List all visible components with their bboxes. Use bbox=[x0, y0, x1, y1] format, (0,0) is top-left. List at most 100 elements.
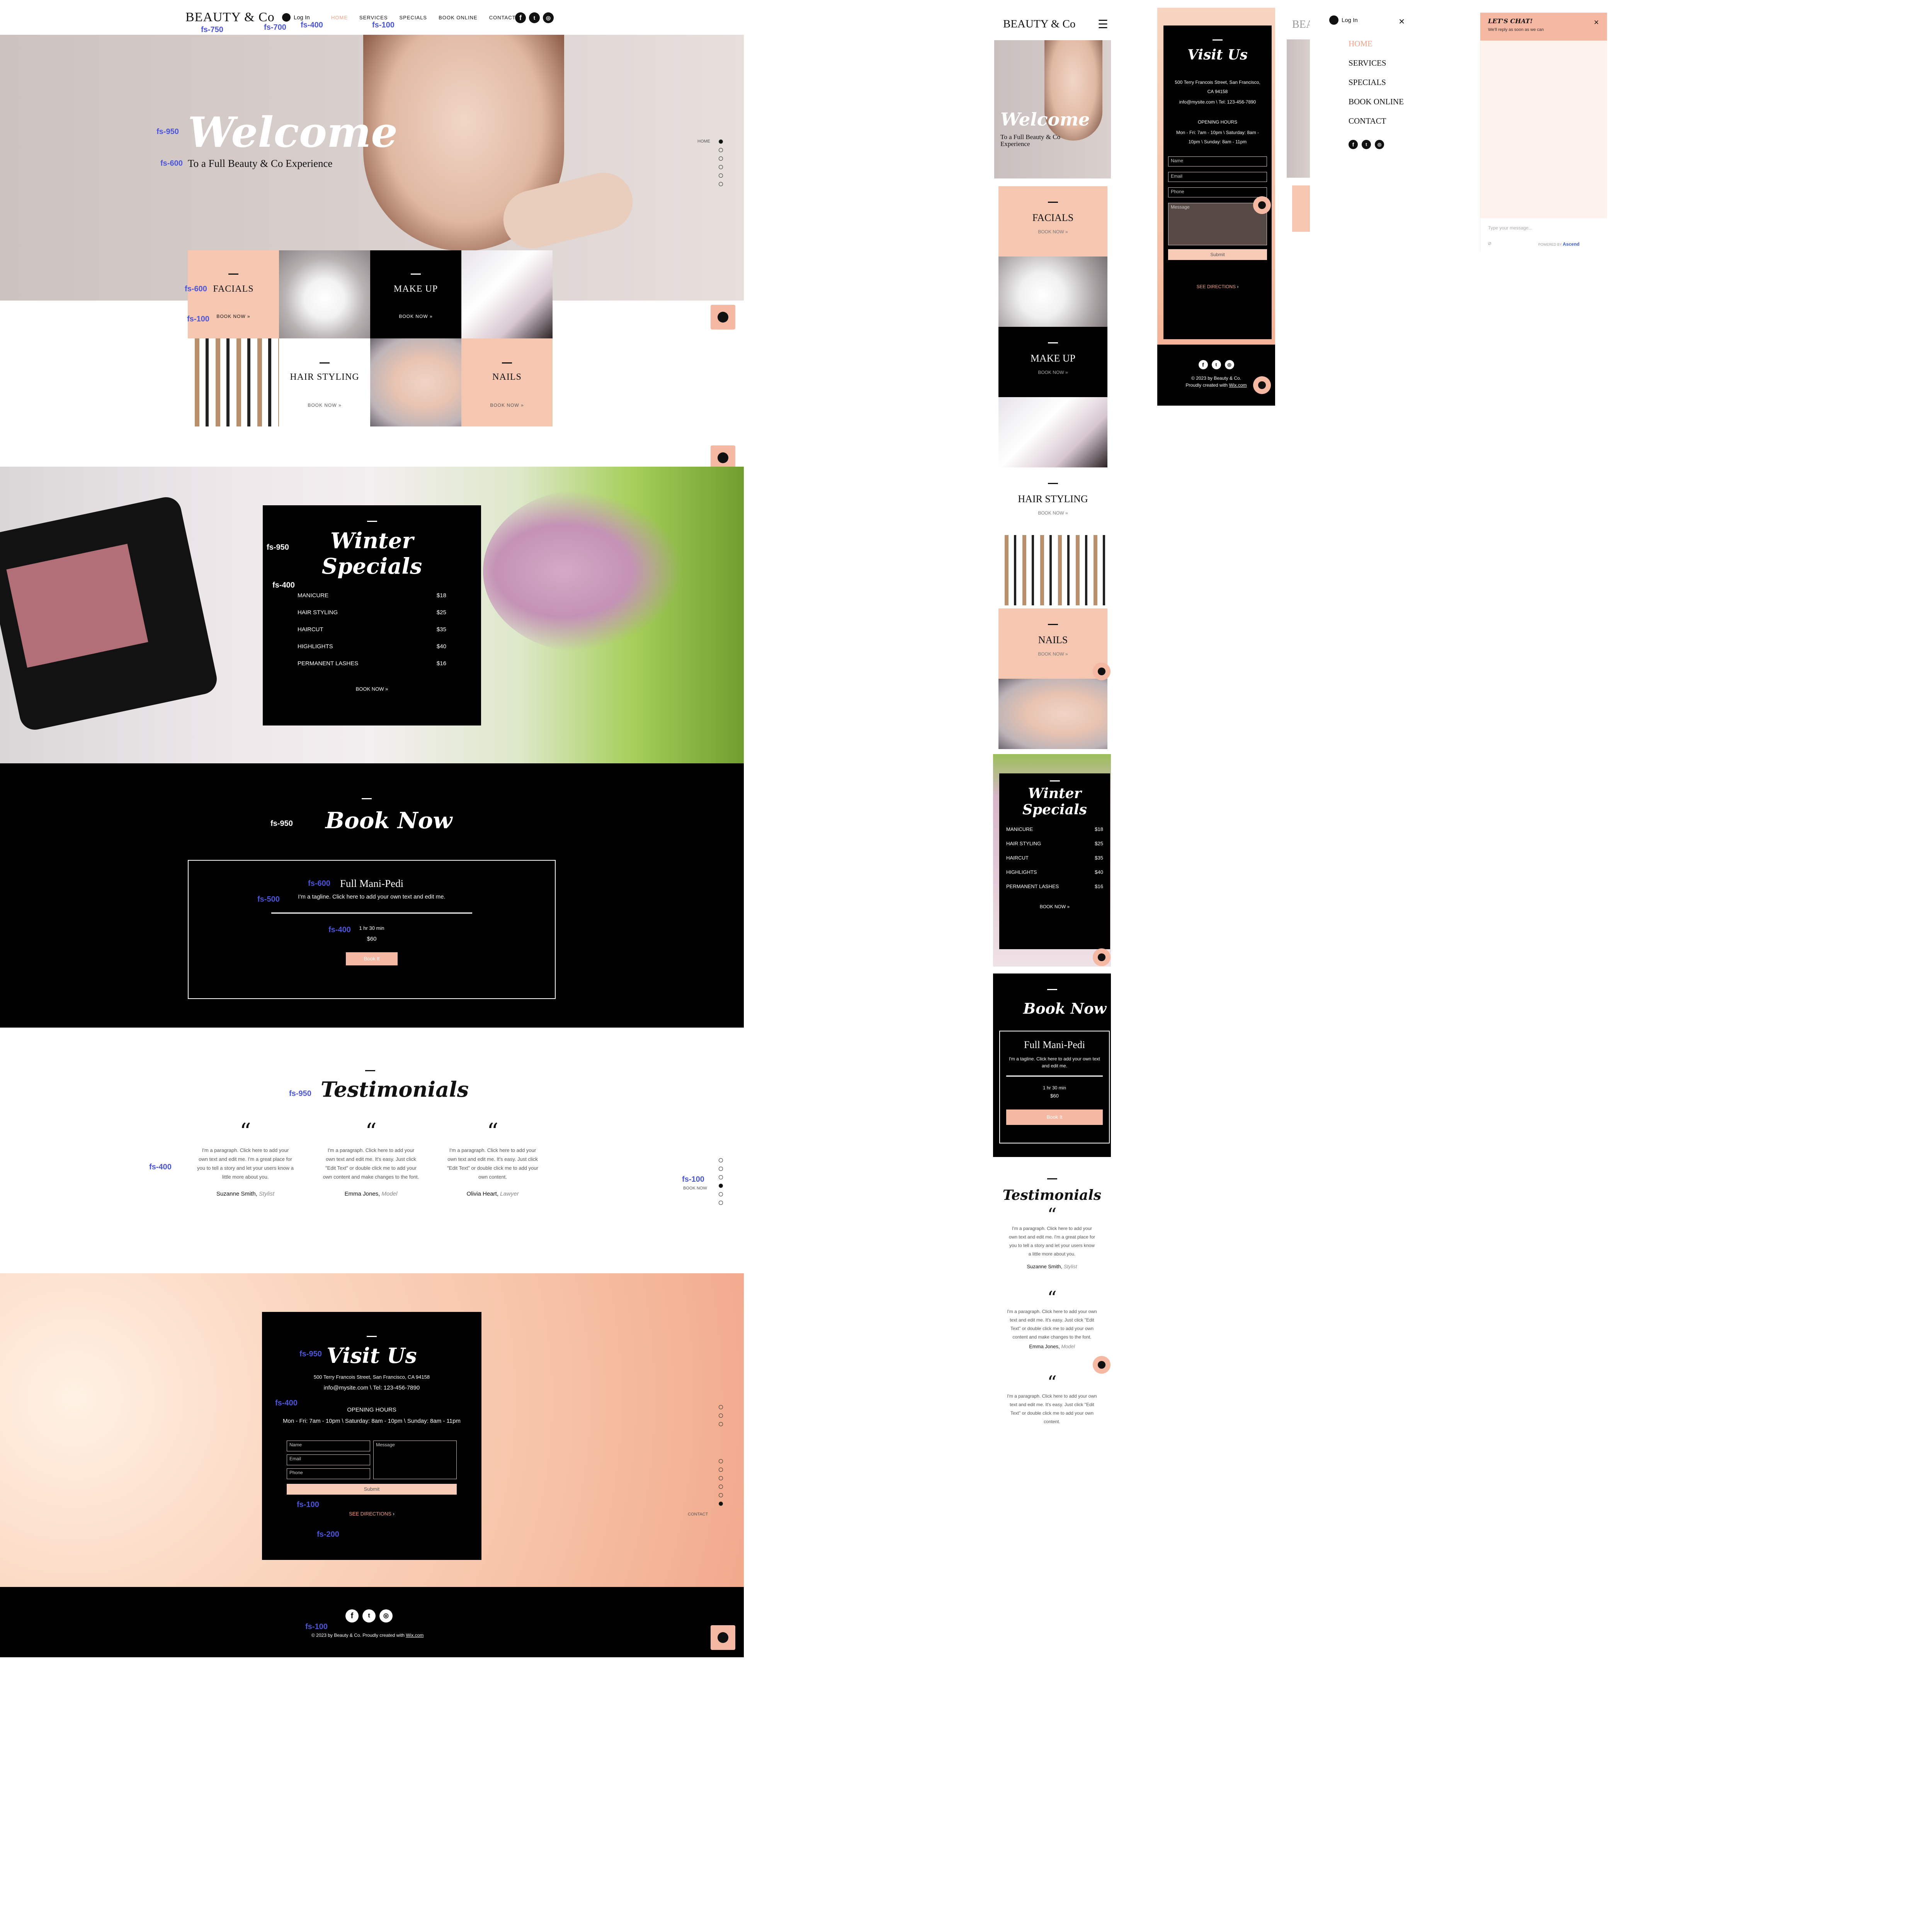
mobile-specials-book-button[interactable]: BOOK NOW » bbox=[1006, 904, 1103, 909]
visit-contact: info@mysite.com \ Tel: 123-456-7890 bbox=[323, 1385, 420, 1391]
attachment-icon[interactable]: ⌀ bbox=[1488, 240, 1491, 246]
chat-button[interactable] bbox=[1093, 663, 1111, 680]
specials-section: Winter Specials MANICURE $18 HAIR STYLING… bbox=[0, 467, 744, 763]
see-directions-link[interactable]: SEE DIRECTIONS › bbox=[262, 1511, 481, 1517]
side-nav-dot[interactable] bbox=[719, 1422, 723, 1426]
side-nav-dot[interactable] bbox=[719, 1201, 723, 1205]
logo[interactable]: BEAUTY & Co bbox=[185, 10, 275, 25]
submit-button[interactable]: Submit bbox=[287, 1484, 457, 1495]
tile-nails-button[interactable]: BOOK NOW » bbox=[461, 403, 553, 408]
mobile-tile-button[interactable]: BOOK NOW » bbox=[998, 229, 1107, 234]
side-nav-dot[interactable] bbox=[719, 1485, 723, 1489]
nav-services[interactable]: SERVICES bbox=[359, 15, 388, 20]
chat-bubble-icon bbox=[718, 452, 728, 463]
quote-icon: “ bbox=[240, 1118, 251, 1145]
side-nav-dot-contact[interactable] bbox=[719, 1502, 723, 1506]
mobile-logo[interactable]: BEAUTY & Co bbox=[1003, 18, 1075, 31]
instagram-icon[interactable]: ◎ bbox=[1375, 140, 1384, 149]
side-nav-dot-book[interactable] bbox=[719, 1184, 723, 1188]
name-field[interactable]: Name bbox=[287, 1441, 370, 1451]
nav-specials[interactable]: SPECIALS bbox=[400, 15, 427, 20]
mobile-tile-button[interactable]: BOOK NOW » bbox=[998, 510, 1107, 516]
message-field[interactable]: Message bbox=[373, 1441, 457, 1479]
facebook-icon[interactable]: f bbox=[1349, 140, 1358, 149]
visit-section: Visit Us 500 Terry Francois Street, San … bbox=[0, 1273, 744, 1587]
specials-book-button[interactable]: BOOK NOW » bbox=[286, 686, 458, 692]
close-icon[interactable]: × bbox=[1594, 17, 1599, 27]
chat-button[interactable] bbox=[1253, 196, 1271, 214]
twitter-icon[interactable]: t bbox=[362, 1609, 376, 1622]
mobile-book-title: Book Now bbox=[1023, 1000, 1107, 1017]
menu-item-contact[interactable]: CONTACT bbox=[1349, 111, 1404, 131]
instagram-icon[interactable]: ◎ bbox=[1225, 360, 1234, 369]
chat-input[interactable]: Type your message... bbox=[1488, 225, 1532, 231]
testimonial-card: “ I'm a paragraph. Click here to add you… bbox=[197, 1120, 294, 1197]
cream-jar-image bbox=[279, 250, 370, 338]
tile-make-up-button[interactable]: BOOK NOW » bbox=[370, 314, 461, 319]
side-nav-dot[interactable] bbox=[719, 1459, 723, 1463]
wix-link[interactable]: Wix.com bbox=[1229, 382, 1247, 388]
menu-item-home[interactable]: HOME bbox=[1349, 34, 1404, 53]
mobile-submit-button[interactable]: Submit bbox=[1168, 249, 1267, 260]
side-nav-dot-home[interactable] bbox=[719, 139, 723, 144]
facebook-icon[interactable]: f bbox=[345, 1609, 359, 1622]
side-nav-dot[interactable] bbox=[719, 1192, 723, 1196]
side-nav-dot[interactable] bbox=[719, 1414, 723, 1418]
side-nav-dot[interactable] bbox=[719, 1405, 723, 1409]
hamburger-icon[interactable]: ☰ bbox=[1098, 18, 1108, 31]
instagram-icon[interactable]: ◎ bbox=[379, 1609, 393, 1622]
phone-field[interactable]: Phone bbox=[287, 1468, 370, 1479]
wix-link[interactable]: Wix.com bbox=[406, 1633, 423, 1638]
specials-row: HIGHLIGHTS $40 bbox=[1006, 869, 1103, 875]
instagram-icon[interactable]: ◎ bbox=[543, 12, 554, 23]
book-it-button[interactable]: Book It bbox=[346, 952, 398, 965]
name-field[interactable]: Name bbox=[1168, 156, 1267, 166]
footer-copyright-text: © 2023 by Beauty & Co. Proudly created w… bbox=[311, 1633, 405, 1638]
menu-item-book-online[interactable]: BOOK ONLINE bbox=[1349, 92, 1404, 111]
chat-title: LET'S CHAT! bbox=[1488, 17, 1533, 25]
chat-button[interactable] bbox=[711, 1625, 735, 1650]
facebook-icon[interactable]: f bbox=[1198, 360, 1208, 369]
nav-contact[interactable]: CONTACT bbox=[489, 15, 516, 20]
mobile-testimonials-title: Testimonials bbox=[1002, 1187, 1102, 1203]
menu-login[interactable]: Log In bbox=[1329, 15, 1358, 25]
chat-button[interactable] bbox=[1093, 948, 1111, 966]
footer-copyright: © 2023 by Beauty & Co. Proudly created w… bbox=[311, 1633, 423, 1638]
close-icon[interactable]: × bbox=[1399, 15, 1405, 27]
nav-home[interactable]: HOME bbox=[331, 15, 348, 20]
chat-button[interactable] bbox=[1093, 1356, 1111, 1374]
nav-book-online[interactable]: BOOK ONLINE bbox=[439, 15, 478, 20]
email-field[interactable]: Email bbox=[1168, 172, 1267, 182]
tile-hair-styling-button[interactable]: BOOK NOW » bbox=[279, 403, 370, 408]
side-nav-dot[interactable] bbox=[719, 182, 723, 186]
chat-button[interactable] bbox=[1253, 376, 1271, 394]
menu-item-specials[interactable]: SPECIALS bbox=[1349, 73, 1404, 92]
side-nav-dot[interactable] bbox=[719, 165, 723, 169]
email-field[interactable]: Email bbox=[287, 1454, 370, 1465]
twitter-icon[interactable]: t bbox=[1362, 140, 1371, 149]
login-link[interactable]: Log In bbox=[282, 13, 310, 22]
side-nav-dot[interactable] bbox=[719, 148, 723, 152]
facebook-icon[interactable]: f bbox=[515, 12, 526, 23]
mobile-directions-link[interactable]: SEE DIRECTIONS › bbox=[1168, 284, 1267, 289]
side-nav-dot[interactable] bbox=[719, 1476, 723, 1480]
side-nav-dot[interactable] bbox=[719, 1175, 723, 1179]
see-directions-label: SEE DIRECTIONS bbox=[1196, 284, 1236, 289]
mobile-book-it-button[interactable]: Book It bbox=[1006, 1109, 1103, 1125]
mobile-tile-button[interactable]: BOOK NOW » bbox=[998, 651, 1107, 657]
twitter-icon[interactable]: t bbox=[529, 12, 540, 23]
side-nav-dot[interactable] bbox=[719, 1493, 723, 1497]
side-nav-dot[interactable] bbox=[719, 173, 723, 178]
peek-logo: BEAUTY & Co bbox=[1292, 19, 1312, 31]
mobile-specials: Winter Specials MANICURE $18 HAIR STYLING… bbox=[993, 754, 1111, 967]
mobile-tile-button[interactable]: BOOK NOW » bbox=[998, 370, 1107, 375]
side-nav-dot[interactable] bbox=[719, 1158, 723, 1162]
menu-item-services[interactable]: SERVICES bbox=[1349, 53, 1404, 73]
twitter-icon[interactable]: t bbox=[1211, 360, 1221, 369]
chat-button[interactable] bbox=[711, 305, 735, 330]
side-nav-dot[interactable] bbox=[719, 1167, 723, 1171]
side-nav-dot[interactable] bbox=[719, 1468, 723, 1472]
phone-field[interactable]: Phone bbox=[1168, 187, 1267, 197]
side-nav-dot[interactable] bbox=[719, 156, 723, 161]
message-field[interactable]: Message bbox=[1168, 203, 1267, 245]
